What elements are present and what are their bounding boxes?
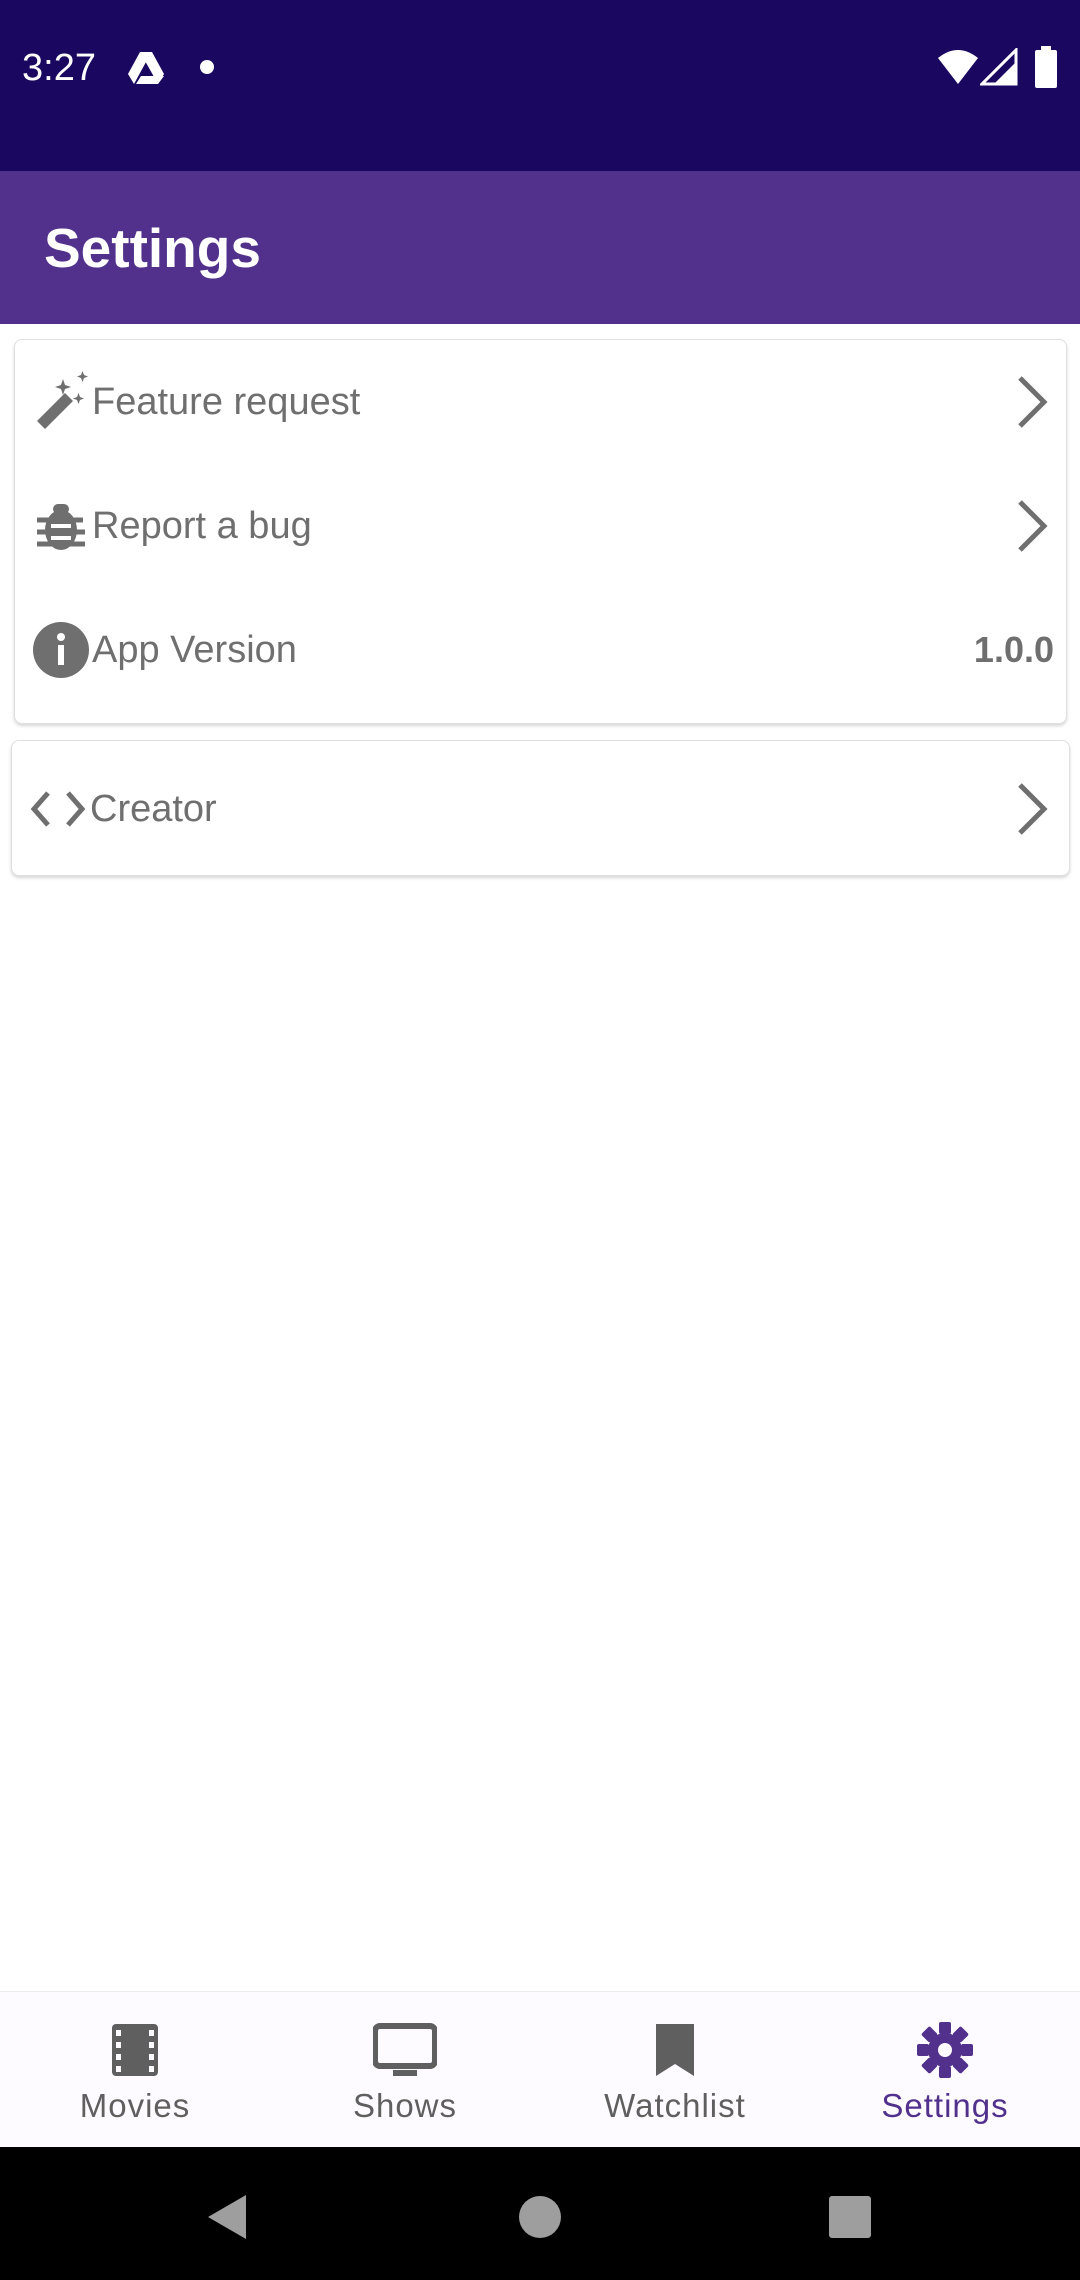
notification-dot-icon — [200, 60, 214, 74]
nav-watchlist-label: Watchlist — [604, 2087, 746, 2124]
back-icon[interactable] — [196, 2187, 256, 2247]
feature-request-label: Feature request — [92, 381, 361, 423]
system-navigation-bar — [0, 2147, 1080, 2280]
app-version-value: 1.0.0 — [973, 629, 1054, 670]
chevron-right-icon — [1018, 783, 1048, 835]
bookmark-icon — [656, 2024, 694, 2076]
settings-card: Feature request Report a bug App Version… — [14, 339, 1067, 724]
nav-shows-label: Shows — [352, 2087, 458, 2124]
status-bar: 3:27 — [0, 0, 1080, 171]
feature-request-item[interactable]: Feature request — [15, 340, 1066, 464]
chevron-right-icon — [1018, 500, 1048, 552]
info-icon — [33, 622, 89, 678]
google-drive-icon — [128, 52, 164, 84]
bottom-navigation: Movies Shows Watchlist Settings — [0, 1991, 1080, 2147]
nav-movies-label: Movies — [79, 2087, 191, 2124]
page-title: Settings — [44, 217, 261, 279]
code-icon — [30, 791, 86, 827]
nav-settings[interactable]: Settings — [810, 1992, 1080, 2148]
magic-wand-icon — [37, 371, 88, 429]
creator-item[interactable]: Creator — [12, 747, 1069, 871]
nav-watchlist[interactable]: Watchlist — [540, 1992, 810, 2148]
nav-movies[interactable]: Movies — [0, 1992, 270, 2148]
chevron-right-icon — [1018, 376, 1048, 428]
recents-icon[interactable] — [820, 2187, 880, 2247]
wifi-icon — [938, 50, 978, 84]
settings-screen: 3:27 Settings Feature request Report a b… — [0, 0, 1080, 2280]
report-bug-item[interactable]: Report a bug — [15, 464, 1066, 588]
cell-signal-icon — [980, 48, 1018, 86]
home-icon[interactable] — [510, 2187, 570, 2247]
film-icon — [112, 2024, 158, 2076]
creator-card: Creator — [11, 740, 1070, 876]
tv-icon — [373, 2023, 437, 2076]
app-bar: Settings — [0, 171, 1080, 324]
gear-icon — [917, 2022, 973, 2078]
nav-settings-label: Settings — [881, 2087, 1009, 2124]
battery-icon — [1035, 46, 1057, 88]
nav-shows[interactable]: Shows — [270, 1992, 540, 2148]
app-version-label: App Version — [92, 629, 297, 671]
app-version-item: App Version 1.0.0 — [15, 588, 1066, 712]
creator-label: Creator — [90, 788, 217, 830]
report-bug-label: Report a bug — [92, 505, 312, 547]
bug-icon — [37, 504, 85, 550]
status-time: 3:27 — [22, 47, 96, 89]
